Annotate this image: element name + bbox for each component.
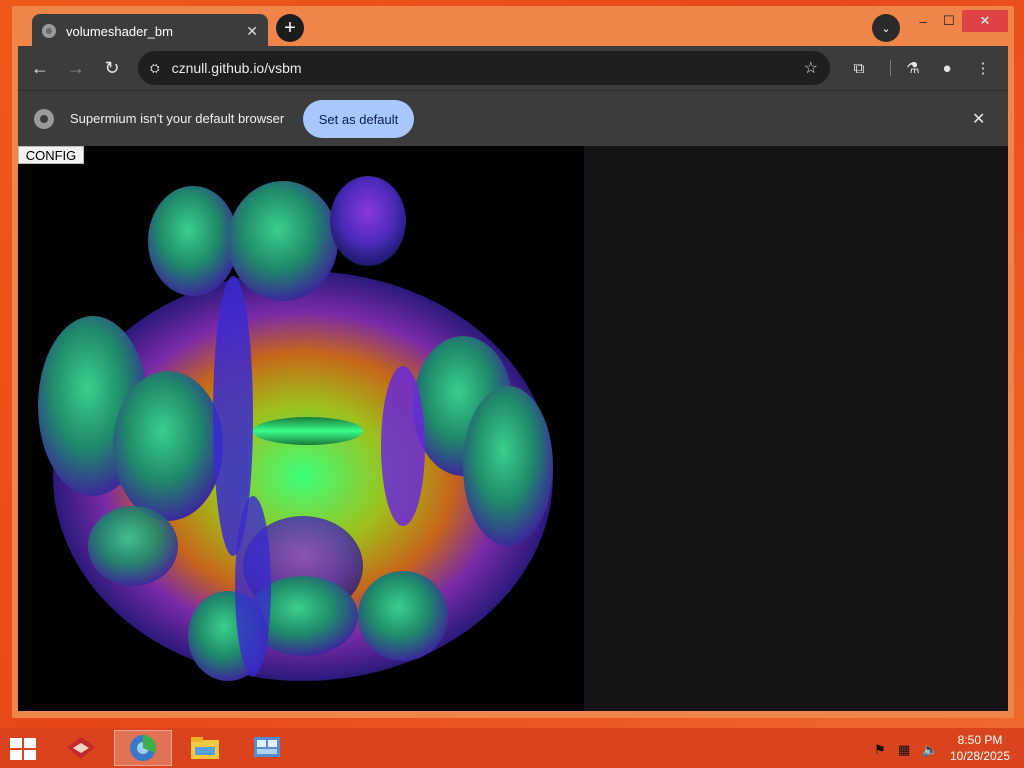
- browser-logo-icon: [34, 109, 54, 129]
- network-icon[interactable]: ▦: [898, 742, 910, 758]
- site-settings-icon[interactable]: ⛭: [150, 61, 160, 76]
- fractal-image: [38, 176, 553, 681]
- browser-window: volumeshader_bm ✕ + ⌄ – ☐ ✕ ← → ↻ ⛭ cznu…: [12, 6, 1014, 718]
- tab-search-button[interactable]: ⌄: [872, 14, 900, 42]
- toolbar-divider: [890, 60, 891, 76]
- taskbar: ⚑ ▦ 🔈 8:50 PM 10/28/2025: [0, 728, 1024, 768]
- close-window-button[interactable]: ✕: [962, 10, 1008, 32]
- menu-icon[interactable]: ⋮: [972, 57, 994, 79]
- profile-icon[interactable]: ●: [936, 57, 958, 79]
- bookmark-star-icon[interactable]: ☆: [804, 58, 818, 78]
- windows-start-icon[interactable]: [10, 738, 38, 760]
- app-icon[interactable]: [52, 730, 110, 766]
- clock-date: 10/28/2025: [949, 749, 1011, 763]
- blank-panel: [584, 146, 1008, 711]
- fractal-render-canvas[interactable]: CONFIG: [18, 146, 584, 711]
- browser-tab[interactable]: volumeshader_bm ✕: [32, 14, 268, 48]
- clock-time: 8:50 PM: [957, 733, 1003, 747]
- config-button[interactable]: CONFIG: [18, 146, 84, 164]
- tab-close-icon[interactable]: ✕: [246, 23, 258, 40]
- page-content: CONFIG: [18, 146, 1008, 711]
- flag-icon[interactable]: ⚑: [874, 742, 886, 758]
- infobar-message: Supermium isn't your default browser: [70, 111, 285, 126]
- globe-icon: [42, 24, 56, 38]
- title-bar: volumeshader_bm ✕ + ⌄ – ☐ ✕: [12, 6, 1014, 48]
- forward-button[interactable]: →: [64, 56, 88, 80]
- browser-toolbar: ← → ↻ ⛭ cznull.github.io/vsbm ☆ ⧉ ⚗ ● ⋮: [18, 46, 1008, 90]
- browser-icon[interactable]: [114, 730, 172, 766]
- file-explorer-icon[interactable]: [176, 730, 234, 766]
- new-tab-button[interactable]: +: [276, 14, 304, 42]
- control-panel-icon[interactable]: [238, 730, 296, 766]
- tab-title: volumeshader_bm: [66, 23, 173, 39]
- system-clock[interactable]: 8:50 PM 10/28/2025: [940, 732, 1020, 764]
- address-bar[interactable]: ⛭ cznull.github.io/vsbm ☆: [138, 51, 830, 85]
- maximize-button[interactable]: ☐: [938, 10, 960, 32]
- infobar-close-icon[interactable]: ✕: [972, 109, 985, 129]
- set-default-button[interactable]: Set as default: [303, 100, 414, 138]
- extensions-icon[interactable]: ⧉: [848, 57, 870, 79]
- back-button[interactable]: ←: [28, 56, 52, 80]
- volume-muted-icon[interactable]: 🔈: [922, 742, 938, 758]
- default-browser-infobar: Supermium isn't your default browser Set…: [18, 90, 1008, 147]
- minimize-button[interactable]: –: [912, 10, 934, 32]
- labs-flask-icon[interactable]: ⚗: [902, 57, 924, 79]
- reload-button[interactable]: ↻: [100, 56, 124, 80]
- url-text[interactable]: cznull.github.io/vsbm: [172, 60, 804, 76]
